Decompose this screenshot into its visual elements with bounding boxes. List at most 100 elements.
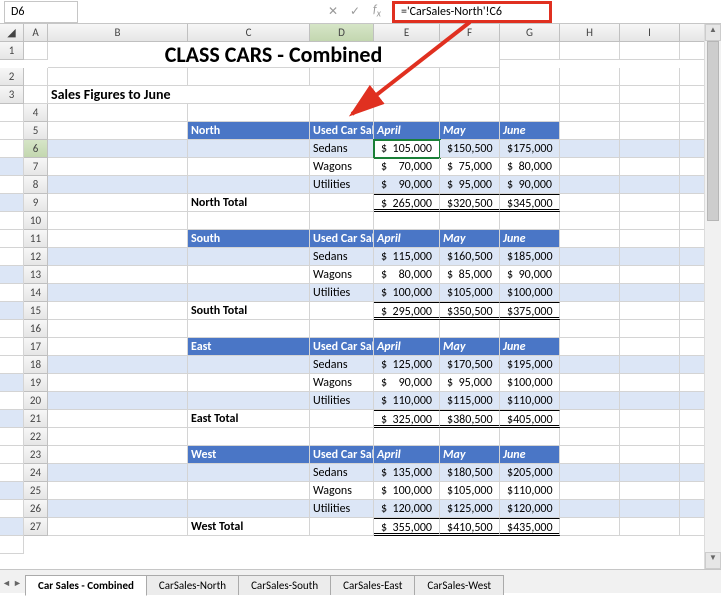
cell[interactable] xyxy=(48,176,188,194)
row-header-23[interactable]: 23 xyxy=(24,446,48,464)
row-header-7[interactable]: 7 xyxy=(24,158,48,176)
row-header-18[interactable]: 18 xyxy=(24,356,48,374)
cell[interactable] xyxy=(620,176,680,194)
cell[interactable] xyxy=(560,230,620,248)
row-header-3[interactable]: 3 xyxy=(0,86,24,104)
cell[interactable] xyxy=(560,140,620,158)
cell[interactable] xyxy=(500,212,560,230)
cell[interactable] xyxy=(0,176,24,194)
cell[interactable] xyxy=(620,482,680,500)
value-cell[interactable]: $100,000 xyxy=(374,284,440,302)
cell[interactable] xyxy=(374,212,440,230)
cell[interactable] xyxy=(0,122,24,140)
cell[interactable] xyxy=(0,356,24,374)
cell[interactable] xyxy=(0,446,24,464)
scroll-down-icon[interactable]: ▼ xyxy=(705,552,721,569)
select-all[interactable]: ◢ xyxy=(0,24,24,42)
cell[interactable] xyxy=(188,482,310,500)
value-cell[interactable]: $85,000 xyxy=(440,266,500,284)
cell[interactable] xyxy=(48,302,188,320)
col-header-A[interactable]: A xyxy=(24,24,48,42)
value-cell[interactable]: $120,000 xyxy=(500,500,560,518)
cell[interactable] xyxy=(310,410,374,428)
value-cell[interactable]: $115,000 xyxy=(374,248,440,266)
cell[interactable] xyxy=(0,320,24,338)
value-cell[interactable]: $175,000 xyxy=(500,140,560,158)
cell[interactable] xyxy=(0,428,24,446)
value-cell[interactable]: $195,000 xyxy=(500,356,560,374)
value-cell[interactable]: $80,000 xyxy=(500,158,560,176)
cell[interactable] xyxy=(48,212,188,230)
col-header-H[interactable]: H xyxy=(560,24,620,42)
cell[interactable] xyxy=(188,428,310,446)
row-header-27[interactable]: 27 xyxy=(24,518,48,536)
cell[interactable] xyxy=(500,104,560,122)
cell[interactable] xyxy=(620,42,680,60)
cell[interactable] xyxy=(310,212,374,230)
cell[interactable] xyxy=(0,248,24,266)
cell[interactable] xyxy=(500,428,560,446)
row-header-10[interactable]: 10 xyxy=(24,212,48,230)
cell[interactable] xyxy=(440,428,500,446)
cell[interactable] xyxy=(620,302,680,320)
cell[interactable] xyxy=(48,122,188,140)
cell[interactable] xyxy=(48,68,188,86)
row-header-15[interactable]: 15 xyxy=(24,302,48,320)
value-cell[interactable]: $100,000 xyxy=(500,374,560,392)
cell[interactable] xyxy=(188,284,310,302)
value-cell[interactable]: $95,000 xyxy=(440,176,500,194)
cell[interactable] xyxy=(188,464,310,482)
fx-icon[interactable]: fx xyxy=(366,3,388,19)
col-header-G[interactable]: G xyxy=(500,24,560,42)
cell[interactable] xyxy=(0,338,24,356)
value-cell[interactable]: $185,000 xyxy=(500,248,560,266)
cell[interactable] xyxy=(188,176,310,194)
cell[interactable] xyxy=(0,464,24,482)
cell[interactable] xyxy=(620,68,680,86)
cell[interactable] xyxy=(48,518,188,536)
cell[interactable] xyxy=(24,68,48,86)
row-header-26[interactable]: 26 xyxy=(24,500,48,518)
cell[interactable] xyxy=(560,320,620,338)
cell[interactable] xyxy=(188,500,310,518)
value-cell[interactable]: $100,000 xyxy=(374,482,440,500)
cell[interactable] xyxy=(440,212,500,230)
row-header-4[interactable]: 4 xyxy=(24,104,48,122)
cell[interactable] xyxy=(440,86,500,104)
cell[interactable] xyxy=(620,338,680,356)
cell[interactable] xyxy=(560,302,620,320)
cell[interactable] xyxy=(500,68,560,86)
cell[interactable] xyxy=(560,410,620,428)
value-cell[interactable]: $90,000 xyxy=(500,176,560,194)
row-header-5[interactable]: 5 xyxy=(24,122,48,140)
cell[interactable] xyxy=(48,356,188,374)
cell[interactable] xyxy=(48,410,188,428)
cell[interactable] xyxy=(560,518,620,536)
cell[interactable] xyxy=(48,248,188,266)
cell[interactable] xyxy=(620,410,680,428)
cell[interactable] xyxy=(0,104,24,122)
cell[interactable] xyxy=(620,500,680,518)
value-cell[interactable]: $105,000 xyxy=(440,284,500,302)
cell[interactable] xyxy=(620,266,680,284)
enter-icon[interactable]: ✓ xyxy=(344,4,366,19)
cell[interactable] xyxy=(560,356,620,374)
cell[interactable] xyxy=(560,428,620,446)
cell[interactable] xyxy=(560,266,620,284)
cell[interactable] xyxy=(188,140,310,158)
value-cell[interactable]: $90,000 xyxy=(500,266,560,284)
cell[interactable] xyxy=(0,212,24,230)
cell[interactable] xyxy=(0,500,24,518)
value-cell[interactable]: $100,000 xyxy=(500,284,560,302)
cell[interactable] xyxy=(560,42,620,60)
cell[interactable] xyxy=(374,68,440,86)
value-cell[interactable]: $70,000 xyxy=(374,158,440,176)
value-cell[interactable]: $160,500 xyxy=(440,248,500,266)
cell[interactable] xyxy=(374,104,440,122)
col-header-E[interactable]: E xyxy=(374,24,440,42)
cell[interactable] xyxy=(48,140,188,158)
cell[interactable] xyxy=(620,284,680,302)
cell[interactable] xyxy=(188,356,310,374)
cell[interactable] xyxy=(620,428,680,446)
cell[interactable] xyxy=(48,194,188,212)
